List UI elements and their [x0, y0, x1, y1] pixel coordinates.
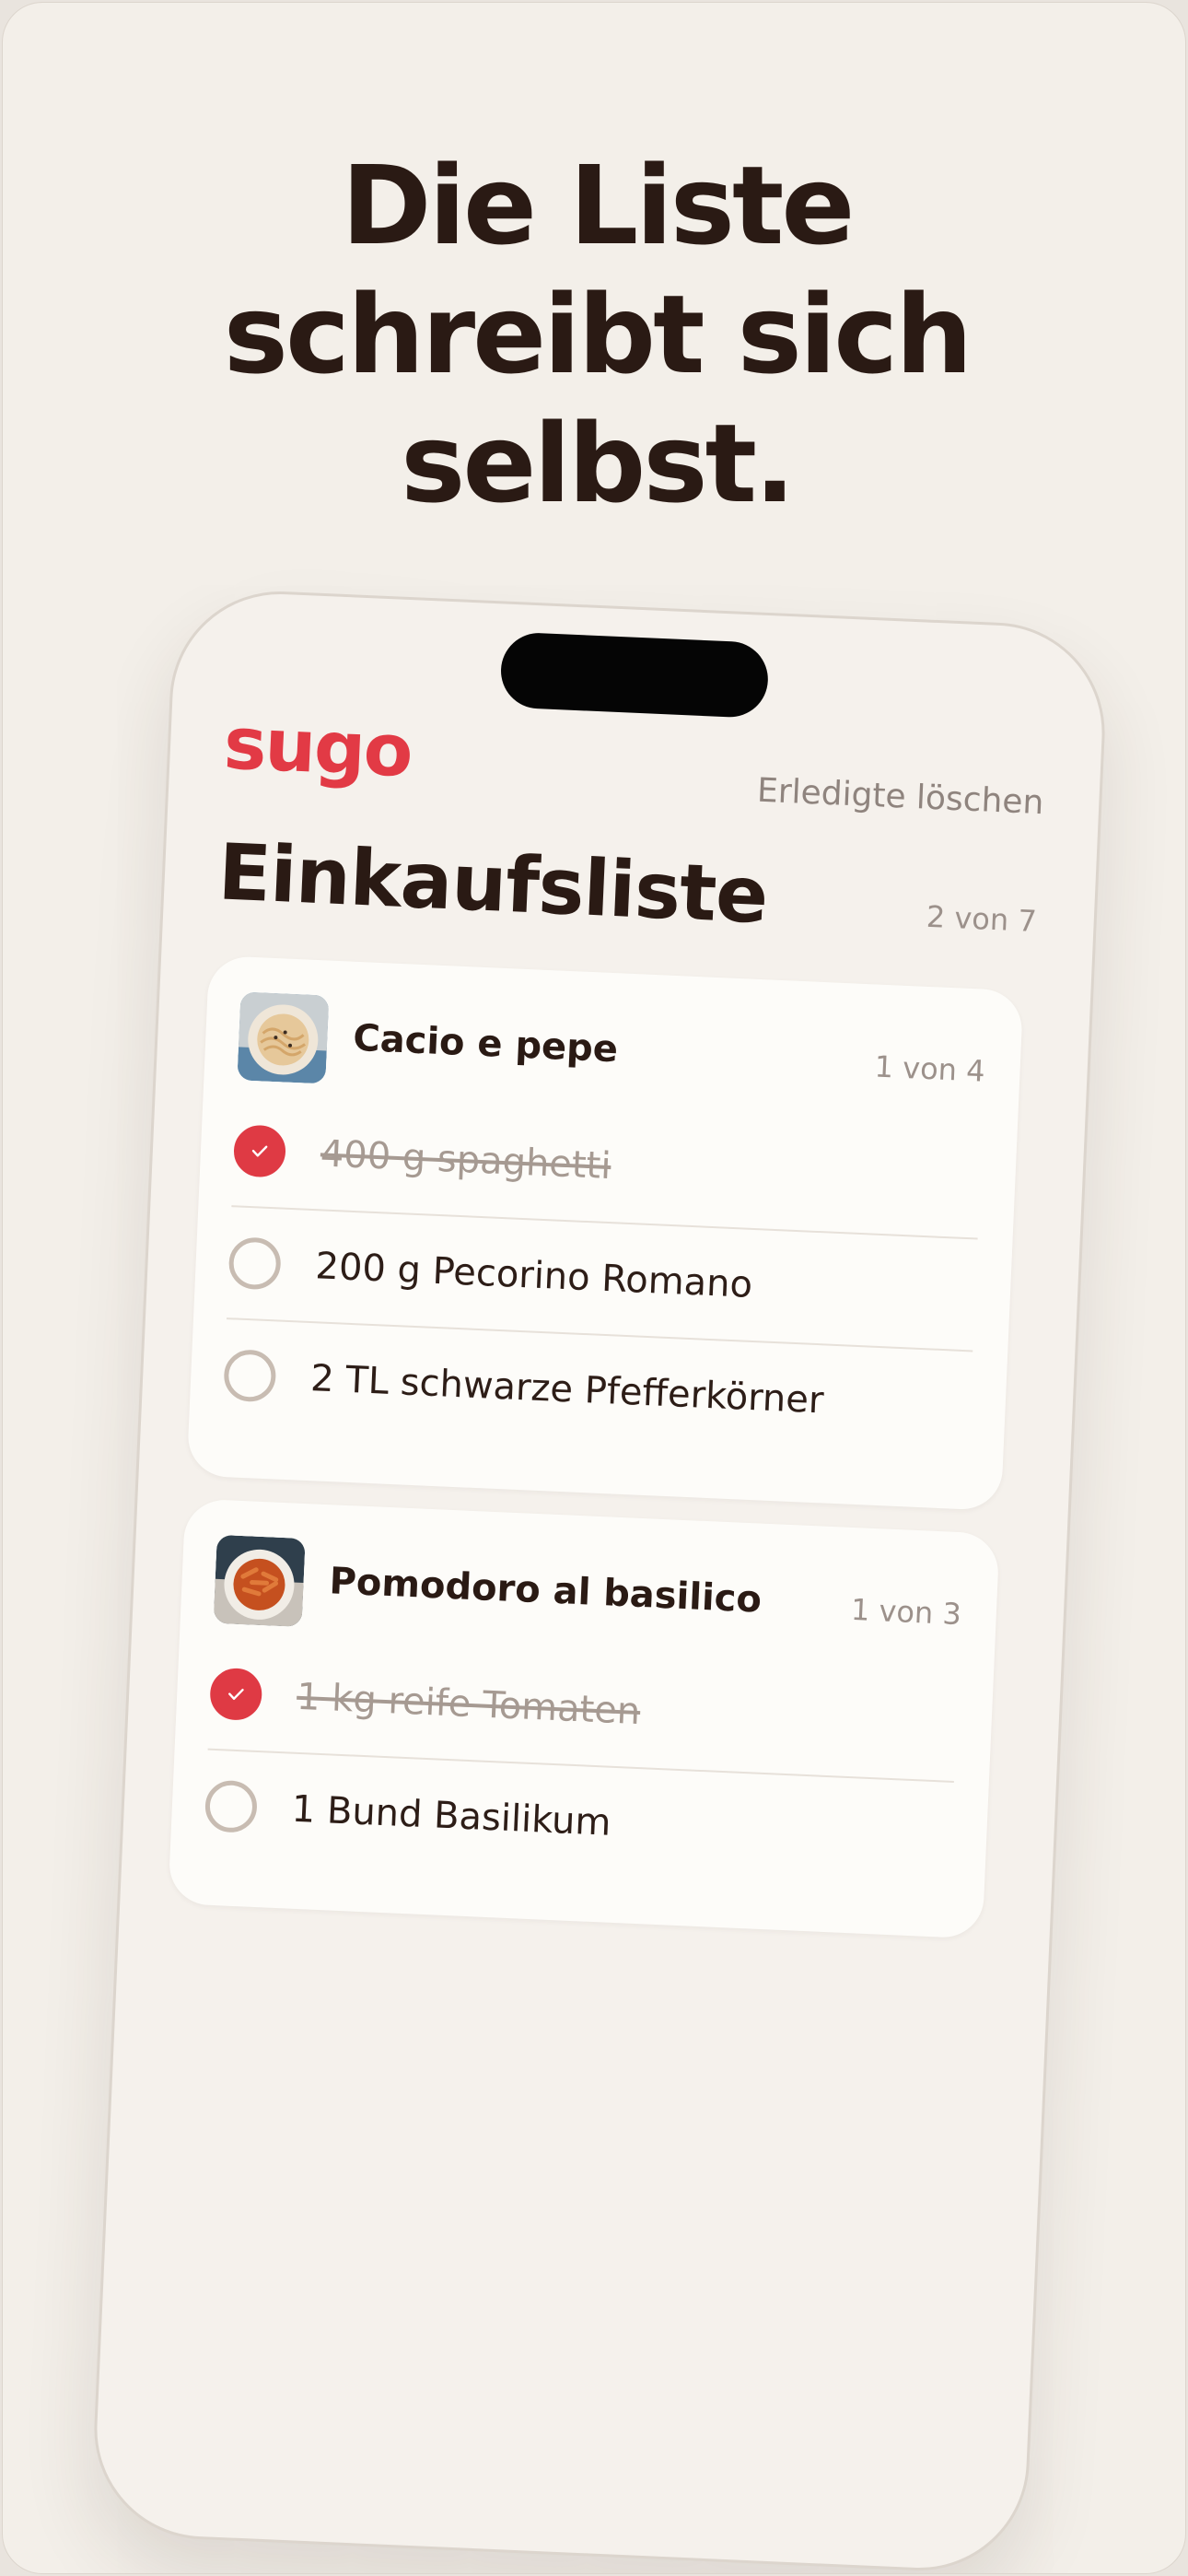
- item-label: 200 g Pecorino Romano: [314, 1245, 753, 1306]
- marketing-headline: Die Liste schreibt sich selbst.: [3, 141, 1185, 528]
- checkmark-icon: [228, 1689, 244, 1701]
- recipe-name: Pomodoro al basilico: [328, 1560, 763, 1622]
- pasta-photo-icon: [237, 991, 330, 1084]
- checkmark-icon: [251, 1145, 268, 1157]
- phone-frame: sugo Erledigte löschen Einkaufsliste 2 v…: [89, 586, 1110, 2573]
- checkbox-unchecked[interactable]: [204, 1779, 259, 1833]
- recipe-card: Pomodoro al basilico 1 von 3 1 kg reife …: [168, 1498, 1000, 1939]
- headline-line-3: selbst.: [401, 400, 796, 527]
- recipe-progress-count: 1 von 3: [850, 1591, 962, 1633]
- item-label: 1 kg reife Tomaten: [296, 1675, 642, 1734]
- headline-line-1: Die Liste: [341, 142, 856, 269]
- item-label: 2 TL schwarze Pfefferkörner: [309, 1357, 825, 1423]
- dynamic-island: [499, 631, 770, 720]
- penne-photo-icon: [213, 1534, 306, 1627]
- item-label: 400 g spaghetti: [319, 1132, 612, 1188]
- checkbox-unchecked[interactable]: [227, 1236, 282, 1291]
- checkbox-unchecked[interactable]: [223, 1349, 277, 1403]
- checkbox-checked[interactable]: [209, 1667, 263, 1722]
- recipe-card: Cacio e pepe 1 von 4 400 g spaghetti 200…: [186, 954, 1024, 1511]
- item-label: 1 Bund Basilikum: [290, 1787, 612, 1844]
- recipe-name: Cacio e pepe: [352, 1016, 619, 1071]
- overall-progress-count: 2 von 7: [926, 898, 1038, 940]
- recipe-progress-count: 1 von 4: [873, 1048, 986, 1089]
- app-logo: sugo: [222, 702, 413, 794]
- page-background: Die Liste schreibt sich selbst. sugo Erl…: [2, 2, 1186, 2574]
- page-title: Einkaufsliste: [216, 826, 770, 942]
- checkbox-checked[interactable]: [232, 1124, 287, 1178]
- headline-line-2: schreibt sich: [223, 271, 973, 398]
- clear-completed-button[interactable]: Erledigte löschen: [756, 772, 1044, 823]
